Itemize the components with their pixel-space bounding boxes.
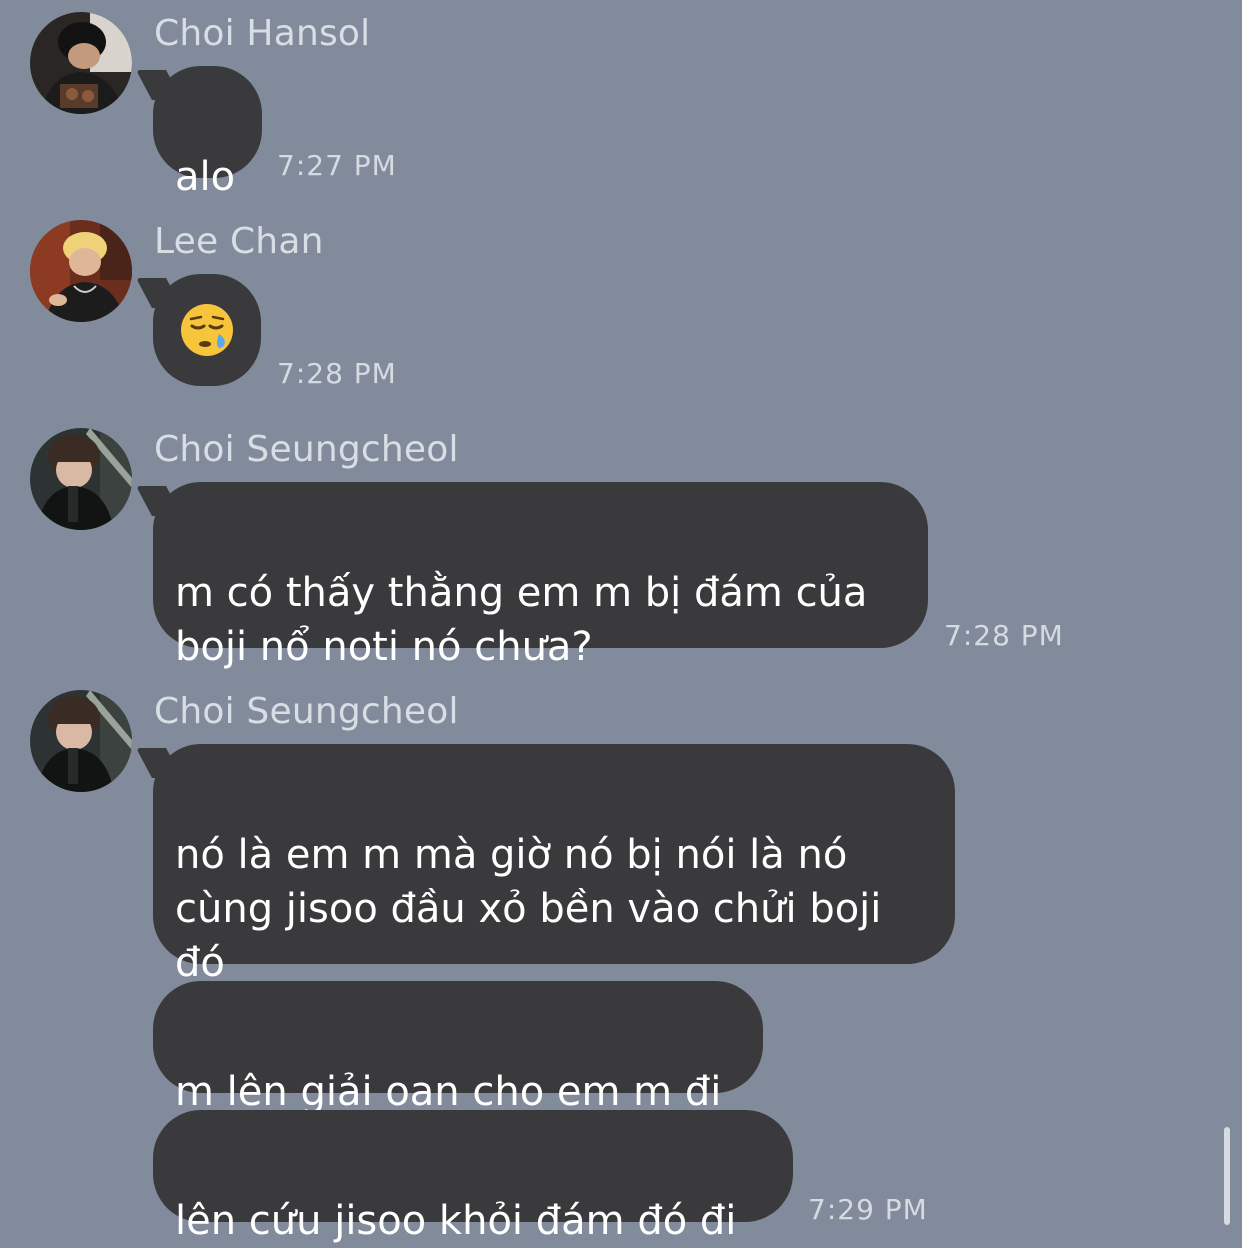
message-text: alo <box>175 154 236 200</box>
sender-name: Choi Hansol <box>154 13 371 54</box>
message-timestamp: 7:28 PM <box>944 619 1064 652</box>
avatar-lee-chan[interactable] <box>30 220 132 322</box>
message-bubble[interactable]: m có thấy thằng em m bị đám của boji nổ … <box>153 482 928 670</box>
message-bubble[interactable]: lên cứu jisoo khỏi đám đó đi <box>153 1110 793 1244</box>
message-timestamp: 7:29 PM <box>808 1193 928 1226</box>
message-text: m có thấy thằng em m bị đám của boji nổ … <box>175 570 868 670</box>
avatar-choi-seungcheol[interactable] <box>30 690 132 792</box>
sender-name: Choi Seungcheol <box>154 429 459 470</box>
chat-thread[interactable]: Choi Hansol alo 7:27 PM Lee Chan 7:28 PM <box>0 0 1242 1244</box>
message-bubble[interactable]: nó là em m mà giờ nó bị nói là nó cùng j… <box>153 744 955 986</box>
message-text: lên cứu jisoo khỏi đám đó đi <box>175 1198 737 1244</box>
message-text: m lên giải oan cho em m đi <box>175 1069 722 1115</box>
message-bubble[interactable]: alo <box>153 66 262 200</box>
message-bubble[interactable] <box>153 274 261 386</box>
sender-name: Choi Seungcheol <box>154 691 459 732</box>
message-timestamp: 7:28 PM <box>277 357 397 390</box>
avatar-choi-hansol[interactable] <box>30 12 132 114</box>
message-timestamp: 7:27 PM <box>277 149 397 182</box>
scrollbar[interactable] <box>1224 1127 1230 1225</box>
avatar-choi-seungcheol[interactable] <box>30 428 132 530</box>
message-text: nó là em m mà giờ nó bị nói là nó cùng j… <box>175 832 882 986</box>
sleepy-face-emoji <box>181 304 233 356</box>
message-bubble[interactable]: m lên giải oan cho em m đi <box>153 981 763 1115</box>
sender-name: Lee Chan <box>154 221 324 262</box>
